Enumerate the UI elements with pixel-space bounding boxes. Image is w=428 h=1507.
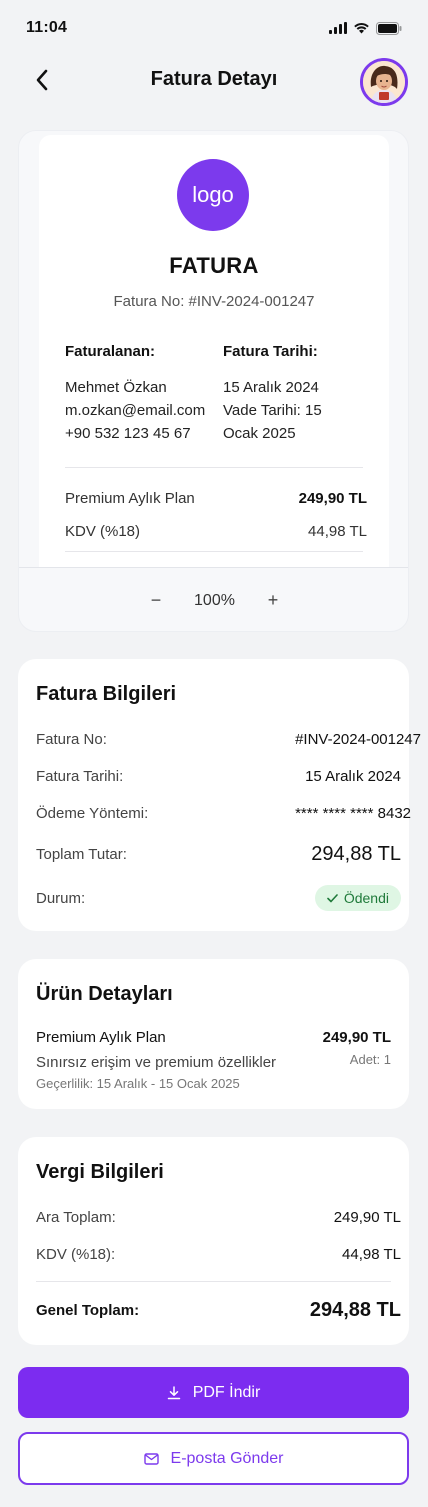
- info-label: Toplam Tutar:: [36, 846, 127, 863]
- avatar[interactable]: [360, 58, 408, 106]
- grand-total-value: 294,88 TL: [309, 1299, 401, 1321]
- invoice-date-label: Fatura Tarihi:: [223, 343, 318, 360]
- download-icon: [167, 1385, 180, 1399]
- info-value: 15 Aralık 2024: [305, 768, 401, 785]
- pdf-download-button[interactable]: PDF İndir: [18, 1367, 409, 1418]
- section-title: Fatura Bilgileri: [36, 683, 177, 705]
- status-icons: [329, 21, 402, 35]
- divider: [65, 551, 363, 552]
- zoom-controls: − 100% +: [19, 567, 408, 631]
- billed-to-name: Mehmet Özkan: [65, 379, 167, 396]
- logo: logo: [177, 159, 249, 231]
- product-description: Sınırsız erişim ve premium özellikler: [36, 1054, 277, 1071]
- invoice-preview-card: logo FATURA Fatura No: #INV-2024-001247 …: [18, 130, 409, 632]
- subtotal-label: Ara Toplam:: [36, 1209, 116, 1226]
- status-badge: Ödendi: [314, 885, 401, 911]
- info-row: Toplam Tutar: 294,88 TL: [36, 843, 401, 866]
- tax-row: KDV (%18): 44,98 TL: [36, 1246, 401, 1263]
- info-row: Durum: Ödendi: [36, 885, 401, 911]
- grand-total-label: Genel Toplam:: [36, 1302, 140, 1319]
- product-validity: Geçerlilik: 15 Aralık - 15 Ocak 2025: [36, 1076, 240, 1091]
- info-label: Fatura No:: [36, 731, 107, 748]
- status-time: 11:04: [26, 19, 68, 36]
- signal-icon: [329, 22, 347, 34]
- zoom-in-button[interactable]: +: [263, 590, 283, 611]
- section-title: Ürün Detayları: [36, 983, 173, 1005]
- tax-row: Ara Toplam: 249,90 TL: [36, 1209, 401, 1226]
- billed-to-phone: +90 532 123 45 67: [65, 425, 191, 442]
- preview-item-row: Premium Aylık Plan 249,90 TL: [65, 490, 367, 507]
- subtotal-value: 249,90 TL: [333, 1209, 401, 1226]
- product-price: 249,90 TL: [322, 1029, 391, 1046]
- pdf-download-label: PDF İndir: [192, 1383, 261, 1401]
- invoice-title: FATURA: [169, 253, 259, 278]
- zoom-out-button[interactable]: −: [146, 590, 166, 611]
- wifi-icon: [354, 23, 369, 34]
- section-title: Vergi Bilgileri: [36, 1161, 164, 1183]
- divider: [65, 467, 363, 468]
- status-badge-label: Ödendi: [343, 890, 389, 906]
- check-icon: [327, 893, 338, 902]
- info-row: Ödeme Yöntemi: **** **** **** 8432: [36, 805, 411, 822]
- preview-vat-name: KDV (%18): [65, 523, 141, 540]
- info-label: Ödeme Yöntemi:: [36, 805, 149, 822]
- product-quantity: Adet: 1: [349, 1052, 391, 1067]
- info-label: Fatura Tarihi:: [36, 768, 124, 785]
- avatar-illustration: [363, 61, 405, 103]
- invoice-info-card: Fatura Bilgileri Fatura No: #INV-2024-00…: [18, 659, 421, 931]
- product-name: Premium Aylık Plan: [36, 1029, 166, 1046]
- invoice-paper: logo FATURA Fatura No: #INV-2024-001247 …: [39, 135, 389, 567]
- total-amount: 294,88 TL: [311, 843, 401, 865]
- vat-label: KDV (%18):: [36, 1246, 116, 1263]
- info-row: Fatura No: #INV-2024-001247: [36, 731, 421, 748]
- mail-icon: [143, 1452, 159, 1465]
- vat-value: 44,98 TL: [342, 1246, 401, 1263]
- header: Fatura Detayı: [0, 56, 428, 106]
- info-row: Fatura Tarihi: 15 Aralık 2024: [36, 768, 401, 785]
- email-send-button[interactable]: E-posta Gönder: [18, 1432, 409, 1485]
- billed-to-email: m.ozkan@email.com: [65, 402, 206, 419]
- invoice-date-line2: Vade Tarihi: 15: [223, 402, 322, 419]
- preview-vat-price: 44,98 TL: [308, 523, 367, 540]
- product-details-card: Ürün Detayları Premium Aylık Plan 249,90…: [18, 959, 409, 1109]
- invoice-number: Fatura No: #INV-2024-001247: [113, 293, 315, 310]
- preview-vat-row: KDV (%18) 44,98 TL: [65, 523, 367, 540]
- info-value: **** **** **** 8432: [295, 805, 411, 822]
- divider: [36, 1281, 391, 1282]
- invoice-date-block: Fatura Tarihi: 15 Aralık 2024 Vade Tarih…: [223, 343, 363, 445]
- battery-icon: [376, 21, 402, 35]
- tax-row: Genel Toplam: 294,88 TL: [36, 1299, 401, 1322]
- preview-item-name: Premium Aylık Plan: [65, 490, 195, 507]
- info-value: #INV-2024-001247: [295, 731, 421, 748]
- email-send-label: E-posta Gönder: [170, 1449, 284, 1467]
- info-label: Durum:: [36, 889, 86, 907]
- status-bar: 11:04: [0, 0, 428, 56]
- preview-item-price: 249,90 TL: [298, 490, 367, 507]
- invoice-date-line1: 15 Aralık 2024: [223, 379, 319, 396]
- zoom-level: 100%: [194, 591, 235, 609]
- billed-to-block: Faturalanan: Mehmet Özkan m.ozkan@email.…: [65, 343, 225, 445]
- invoice-date-line3: Ocak 2025: [223, 425, 296, 442]
- tax-info-card: Vergi Bilgileri Ara Toplam: 249,90 TL KD…: [18, 1137, 409, 1345]
- billed-to-label: Faturalanan:: [65, 343, 156, 360]
